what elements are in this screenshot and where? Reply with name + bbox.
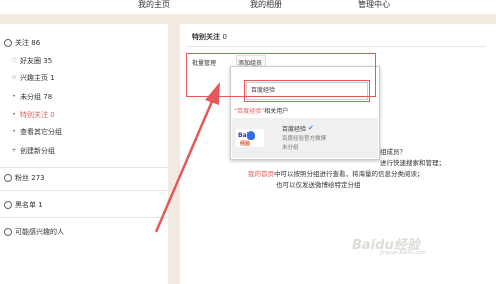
watermark-sub: jingyan.baidu.com [380,250,427,256]
annotation-arrow [154,82,220,233]
